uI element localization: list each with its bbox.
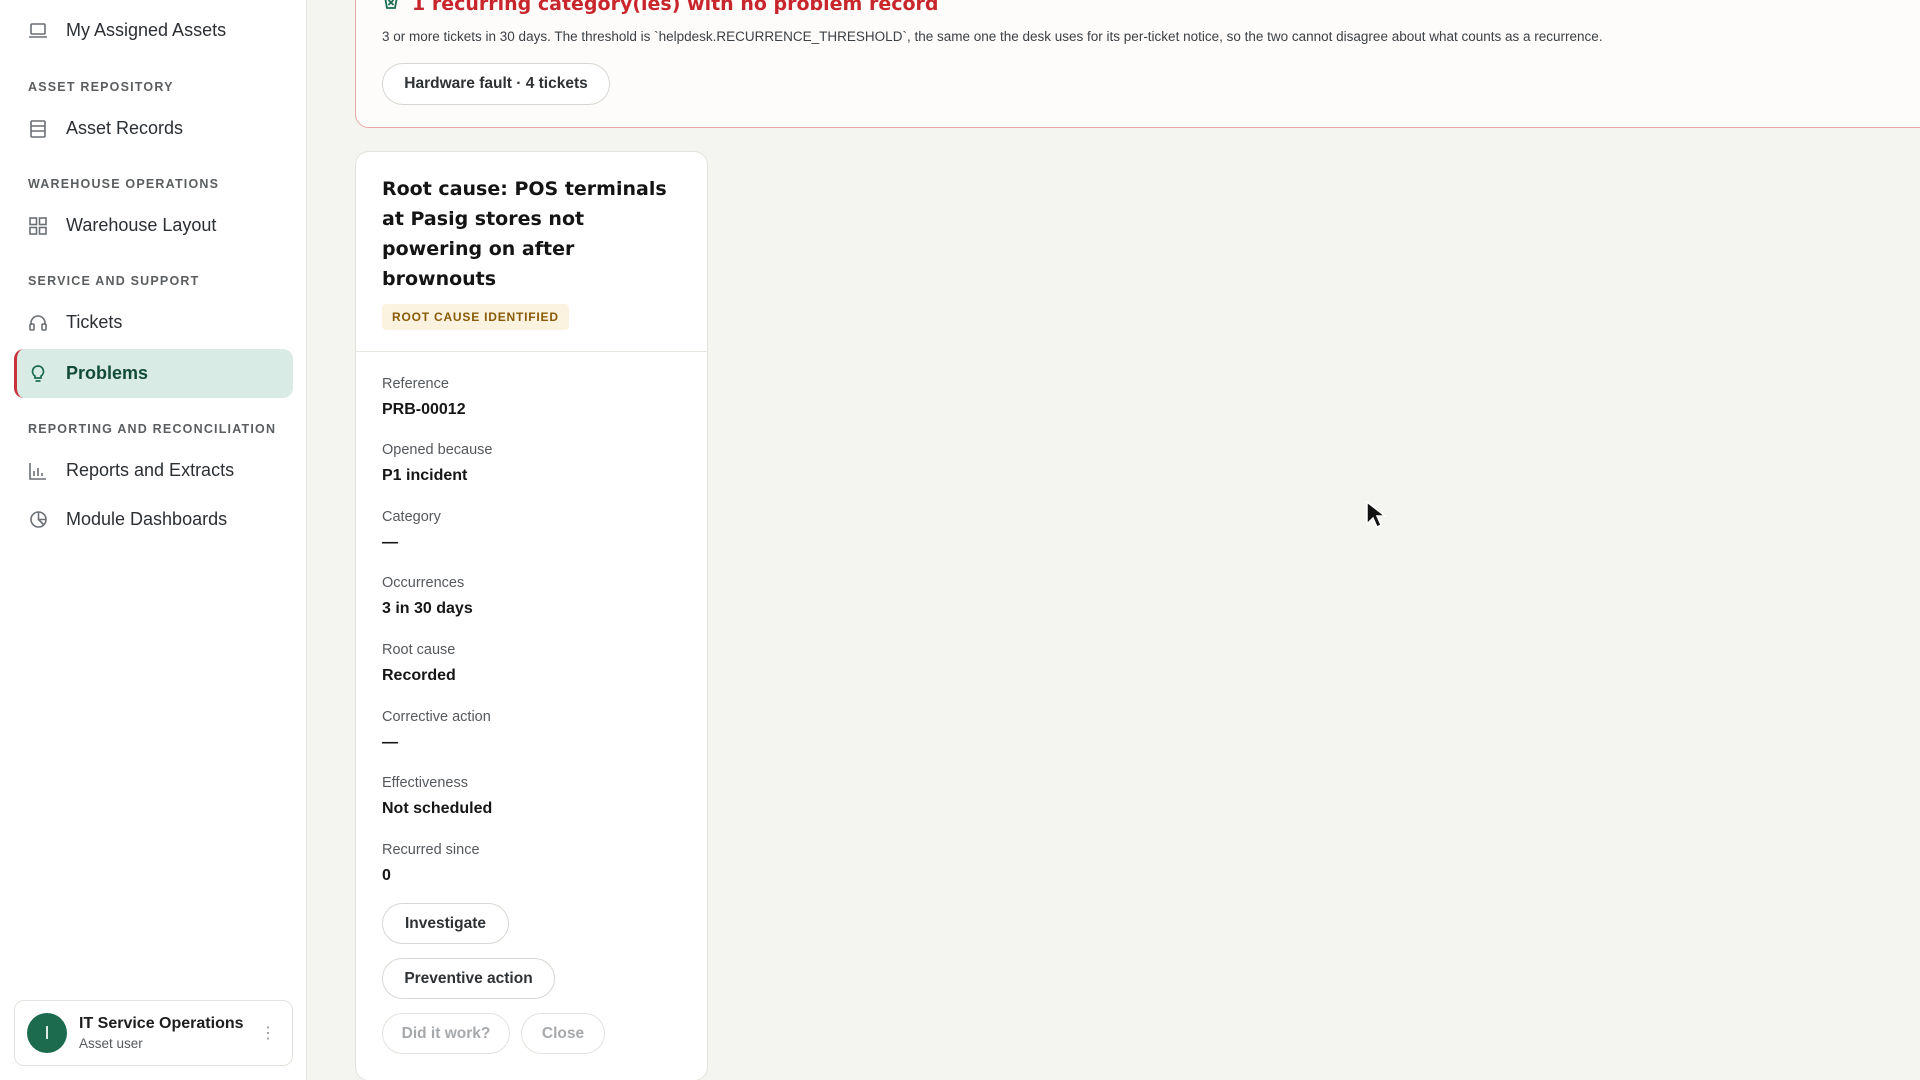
- card-divider: [356, 351, 707, 352]
- sidebar-item-problems[interactable]: Problems: [14, 349, 293, 398]
- problem-title: Root cause: POS terminals at Pasig store…: [382, 178, 667, 290]
- problem-card: Root cause: POS terminals at Pasig store…: [355, 151, 708, 1080]
- field-label-occurrences: Occurrences: [382, 575, 465, 591]
- user-role: Asset user: [79, 1036, 143, 1051]
- sidebar-item-my-assigned-assets[interactable]: My Assigned Assets: [14, 6, 293, 55]
- sidebar-item-module-dashboards[interactable]: Module Dashboards: [14, 495, 293, 544]
- field-value-occurrences: 3 in 30 days: [382, 600, 473, 617]
- section-warehouse-operations: WAREHOUSE OPERATIONS: [28, 177, 220, 191]
- sidebar-item-label: Warehouse Layout: [66, 215, 217, 235]
- alert-title-row: 1 recurring category(ies) with no proble…: [382, 0, 939, 15]
- field-value-corrective-action: —: [382, 734, 398, 751]
- field-label-opened-because: Opened because: [382, 442, 493, 458]
- recurring-category-chip[interactable]: Hardware fault · 4 tickets: [382, 63, 610, 105]
- headset-icon: [28, 313, 48, 333]
- preventive-action-button[interactable]: Preventive action: [382, 958, 555, 999]
- field-label-recurred-since: Recurred since: [382, 842, 480, 858]
- sidebar-item-label: Asset Records: [66, 118, 184, 138]
- sidebar-item-label: Reports and Extracts: [66, 460, 235, 480]
- sidebar: My Assigned Assets ASSET REPOSITORY Asse…: [0, 0, 307, 1080]
- field-value-recurred-since: 0: [382, 867, 391, 884]
- recurring-category-alert: 1 recurring category(ies) with no proble…: [355, 0, 1920, 128]
- field-value-category: —: [382, 534, 398, 551]
- user-name: IT Service Operations: [79, 1015, 244, 1032]
- sidebar-item-asset-records[interactable]: Asset Records: [14, 104, 293, 153]
- sidebar-item-reports-and-extracts[interactable]: Reports and Extracts: [14, 446, 293, 495]
- section-reporting-and-reconciliation: REPORTING AND RECONCILIATION: [28, 422, 277, 436]
- sidebar-item-warehouse-layout[interactable]: Warehouse Layout: [14, 201, 293, 250]
- pie-chart-icon: [28, 510, 48, 530]
- field-label-corrective-action: Corrective action: [382, 709, 491, 725]
- section-service-and-support: SERVICE AND SUPPORT: [28, 274, 200, 288]
- grid-icon: [28, 216, 48, 236]
- field-value-effectiveness: Not scheduled: [382, 800, 493, 817]
- bar-chart-icon: [28, 461, 48, 481]
- sidebar-item-tickets[interactable]: Tickets: [14, 298, 293, 347]
- investigate-button[interactable]: Investigate: [382, 903, 509, 944]
- alert-title: 1 recurring category(ies) with no proble…: [412, 0, 939, 15]
- field-label-root-cause: Root cause: [382, 642, 456, 658]
- sidebar-item-label: Tickets: [66, 312, 123, 332]
- avatar: I: [27, 1013, 67, 1053]
- laptop-icon: [28, 21, 48, 41]
- mouse-cursor-icon: [1366, 500, 1388, 534]
- more-vertical-icon[interactable]: ⋮: [260, 1023, 276, 1043]
- close-button[interactable]: Close: [521, 1013, 605, 1054]
- sidebar-item-label: Problems: [66, 363, 149, 383]
- user-card[interactable]: I IT Service Operations Asset user ⋮: [14, 1000, 293, 1066]
- field-label-category: Category: [382, 509, 441, 525]
- records-icon: [28, 119, 48, 139]
- status-badge: ROOT CAUSE IDENTIFIED: [382, 304, 569, 330]
- field-label-effectiveness: Effectiveness: [382, 775, 468, 791]
- lightbulb-icon: [28, 364, 48, 384]
- did-it-work-button[interactable]: Did it work?: [382, 1013, 510, 1054]
- section-asset-repository: ASSET REPOSITORY: [28, 80, 174, 94]
- field-label-reference: Reference: [382, 376, 449, 392]
- alert-description: 3 or more tickets in 30 days. The thresh…: [382, 29, 1603, 44]
- field-value-opened-because: P1 incident: [382, 467, 468, 484]
- sidebar-item-label: Module Dashboards: [66, 509, 228, 529]
- field-value-root-cause: Recorded: [382, 667, 456, 684]
- sidebar-item-label: My Assigned Assets: [66, 20, 227, 40]
- field-value-reference: PRB-00012: [382, 401, 466, 418]
- recurrence-icon: [382, 0, 400, 15]
